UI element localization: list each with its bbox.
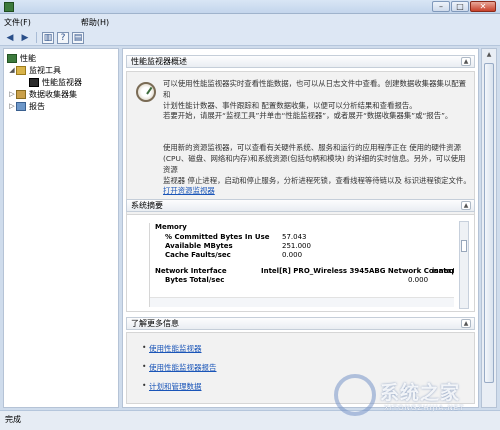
counter-value: 57.043 [282,233,307,241]
counter-name: Cache Faults/sec [165,251,231,259]
toolbar: ◀ ▶ ▥ ? ▤ [0,30,500,46]
network-category: Network Interface [155,267,227,275]
expand-triangle-icon[interactable]: ▷ [8,102,16,110]
memory-category: Memory [155,223,187,231]
learn-more-link[interactable]: 使用性能监视器报告 [142,362,216,373]
tree-item-label: 监视工具 [29,65,61,75]
tree-item-performance[interactable]: 性能 [4,52,118,64]
help-icon[interactable]: ? [57,31,69,44]
section-title: 了解更多信息 [131,319,179,328]
tree-item-label: 性能 [20,53,36,63]
collapse-triangle-icon[interactable]: ◢ [8,66,16,74]
learn-more-link[interactable]: 计划和管理数据 [142,381,201,392]
toolbar-divider [36,32,37,43]
chart-icon [29,77,39,87]
window-controls: – □ ✕ [432,1,496,12]
tree-item-data-collector-sets[interactable]: ▷ 数据收集器集 [4,88,118,100]
overview-section-header[interactable]: 性能监视器概述 ▲ [126,55,475,68]
expand-triangle-icon[interactable]: ▷ [8,90,16,98]
watermark-brand: 系统之家 [380,382,461,404]
status-text: 完成 [5,415,21,424]
tree-item-performance-monitor[interactable]: 性能监视器 [4,76,118,88]
learn-more-section-header[interactable]: 了解更多信息 ▲ [126,317,475,330]
report-icon [16,101,26,111]
menu-file[interactable]: 文件(F) [4,17,31,28]
open-resource-monitor-link[interactable]: 打开资源监视器 [163,185,215,196]
main-scrollbar[interactable]: ▲ [481,48,497,408]
tree-item-reports[interactable]: ▷ 报告 [4,100,118,112]
show-hide-tree-icon[interactable]: ▥ [42,31,54,44]
scrollbar-thumb[interactable] [484,63,494,383]
collapse-icon[interactable]: ▲ [461,319,471,328]
collapse-icon[interactable]: ▲ [461,57,471,66]
navigation-tree: 性能 ◢ 监视工具 性能监视器 ▷ 数据收集器集 ▷ 报告 [3,48,119,408]
performance-gauge-icon [136,82,156,102]
performance-icon [7,53,17,63]
system-summary-panel: Memory % Committed Bytes In Use 57.043 A… [126,214,475,312]
horizontal-scrollbar[interactable] [150,297,454,307]
summary-section-header[interactable]: 系统摘要 ▲ [126,199,475,212]
menu-bar: 文件(F) 帮助(H) [0,14,500,30]
maximize-button[interactable]: □ [451,1,469,12]
console-view-icon[interactable]: ▤ [72,31,84,44]
minimize-button[interactable]: – [432,1,450,12]
tree-item-monitoring-tools[interactable]: ◢ 监视工具 [4,64,118,76]
overview-paragraph-3: 使用新的资源监视器，可以查看有关硬件系统、服务和运行的应用程序正在 使用的硬件资… [163,143,471,185]
collapse-icon[interactable]: ▲ [461,201,471,210]
overview-paragraph-1: 可以使用性能监视器实时查看性能数据，也可以从日志文件中查看。创建数据收集器集以配… [163,79,467,110]
close-button[interactable]: ✕ [470,1,496,12]
section-title: 性能监视器概述 [131,57,187,66]
forward-arrow-icon[interactable]: ▶ [19,32,31,44]
summary-scrollbar[interactable] [459,221,469,309]
performance-app-icon [4,2,14,12]
scroll-up-icon[interactable]: ▲ [482,49,496,61]
watermark-logo-icon [334,374,376,416]
counter-name: % Committed Bytes In Use [165,233,270,241]
network-adapter-column: Intel[R] PRO_Wireless 3945ABG Network Co… [261,267,454,275]
collector-set-icon [16,89,26,99]
learn-more-link[interactable]: 使用性能监视器 [142,343,201,354]
counter-value: 0.000 [282,251,303,259]
network-adapter-column: isatap.{40 [432,267,454,275]
tree-item-label: 性能监视器 [42,77,82,87]
overview-paragraph-2: 若要开始，请展开“监视工具”并单击“性能监视器”，或者展开“数据收集器集”或“报… [163,111,453,120]
tree-item-label: 数据收集器集 [29,89,77,99]
summary-counter-list: Memory % Committed Bytes In Use 57.043 A… [149,223,454,307]
folder-icon [16,65,26,75]
watermark-url: XITONGZHIJIA.NET [384,404,465,412]
counter-name: Bytes Total/sec [165,276,225,284]
counter-value: 251.000 [282,242,311,250]
counter-name: Available MBytes [165,242,233,250]
counter-value: 0.000 [408,276,429,284]
watermark: 系统之家 XITONGZHIJIA.NET [334,372,494,422]
section-title: 系统摘要 [131,201,163,210]
tree-item-label: 报告 [29,101,45,111]
content-pane: 性能监视器概述 ▲ 可以使用性能监视器实时查看性能数据，也可以从日志文件中查看。… [122,48,479,408]
back-arrow-icon[interactable]: ◀ [4,32,16,44]
title-bar: – □ ✕ [0,0,500,14]
scrollbar-thumb[interactable] [461,240,467,252]
menu-help[interactable]: 帮助(H) [81,17,109,28]
